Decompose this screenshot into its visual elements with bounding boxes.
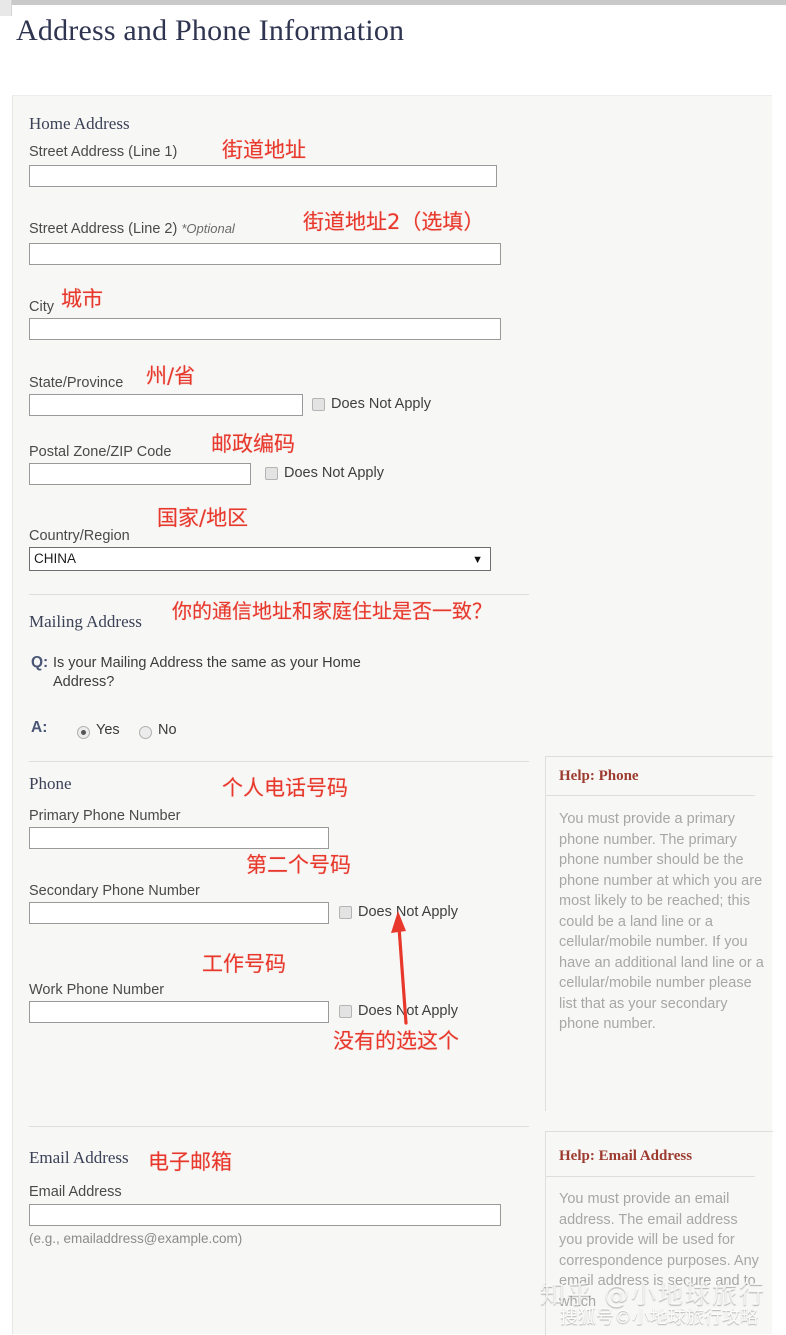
label-street-address-2-text: Street Address (Line 2) xyxy=(29,221,178,237)
mailing-same-yes-label[interactable]: Yes xyxy=(96,722,120,738)
annotation-city: 城市 xyxy=(61,287,103,311)
email-address-input[interactable] xyxy=(29,1204,501,1226)
section-heading-email-address: Email Address xyxy=(29,1148,129,1167)
postal-does-not-apply-checkbox[interactable] xyxy=(265,467,278,480)
annotation-street-address-2: 街道地址2（选填） xyxy=(303,210,485,234)
help-phone-title-underline xyxy=(545,795,755,796)
postal-zip-input[interactable] xyxy=(29,463,251,485)
divider-above-phone xyxy=(29,761,529,762)
mailing-same-yes-radio[interactable] xyxy=(77,726,90,739)
city-input[interactable] xyxy=(29,318,501,340)
section-heading-mailing-address: Mailing Address xyxy=(29,612,142,631)
label-primary-phone: Primary Phone Number xyxy=(29,808,181,824)
label-street-address-2-optional: *Optional xyxy=(181,221,235,236)
annotation-street-address-1: 街道地址 xyxy=(222,138,306,162)
annotation-arrow-icon xyxy=(391,911,408,1025)
country-region-selected-value: CHINA xyxy=(34,551,77,566)
label-state-province: State/Province xyxy=(29,375,124,391)
annotation-primary-phone: 个人电话号码 xyxy=(222,776,348,800)
address-phone-form-panel: Home Address Street Address (Line 1) Str… xyxy=(12,95,773,1335)
section-heading-home-address: Home Address xyxy=(29,114,130,133)
help-phone-top-border xyxy=(545,756,773,757)
annotation-work-phone: 工作号码 xyxy=(202,952,286,976)
top-left-corner-marker xyxy=(0,0,12,16)
state-province-input[interactable] xyxy=(29,394,303,416)
annotation-email-address: 电子邮箱 xyxy=(148,1150,232,1174)
annotation-mailing-same-question: 你的通信地址和家庭住址是否一致？ xyxy=(172,599,492,623)
mailing-same-no-label[interactable]: No xyxy=(158,722,177,738)
help-phone-left-border xyxy=(545,756,546,1111)
label-city: City xyxy=(29,299,54,315)
work-phone-input[interactable] xyxy=(29,1001,329,1023)
annotation-country-region: 国家/地区 xyxy=(157,506,249,530)
help-column: Help: Phone You must provide a primary p… xyxy=(533,96,773,1335)
help-phone-body: You must provide a primary phone number.… xyxy=(559,811,764,1032)
secondary-phone-input[interactable] xyxy=(29,902,329,924)
chevron-down-icon: ▼ xyxy=(472,554,483,566)
work-phone-does-not-apply-checkbox[interactable] xyxy=(339,1005,352,1018)
help-email-left-border xyxy=(545,1131,546,1335)
label-country-region: Country/Region xyxy=(29,528,130,544)
top-edge-band xyxy=(0,0,786,5)
email-format-hint: (e.g., emailaddress@example.com) xyxy=(29,1231,243,1246)
state-does-not-apply-checkbox[interactable] xyxy=(312,398,325,411)
annotation-secondary-phone: 第二个号码 xyxy=(246,853,351,877)
section-heading-phone: Phone xyxy=(29,774,72,793)
answer-marker: A: xyxy=(31,719,48,736)
help-email-title: Help: Email Address xyxy=(559,1148,693,1164)
annotation-postal-code: 邮政编码 xyxy=(211,432,295,456)
label-postal-zip: Postal Zone/ZIP Code xyxy=(29,444,172,460)
divider-above-email xyxy=(29,1126,529,1127)
street-address-2-input[interactable] xyxy=(29,243,501,265)
question-marker: Q: xyxy=(31,654,49,671)
page-title: Address and Phone Information xyxy=(16,14,405,47)
help-email-title-underline xyxy=(545,1176,755,1177)
help-phone-title: Help: Phone xyxy=(559,768,639,784)
secondary-phone-does-not-apply-checkbox[interactable] xyxy=(339,906,352,919)
annotation-pick-does-not-apply: 没有的选这个 xyxy=(333,1029,459,1053)
mailing-same-no-radio[interactable] xyxy=(139,726,152,739)
label-work-phone: Work Phone Number xyxy=(29,982,165,998)
annotation-state-province: 州/省 xyxy=(146,364,196,388)
primary-phone-input[interactable] xyxy=(29,827,329,849)
help-email-top-border xyxy=(545,1131,773,1132)
street-address-1-input[interactable] xyxy=(29,165,497,187)
help-email-body: You must provide an email address. The e… xyxy=(559,1191,759,1310)
country-region-select[interactable]: CHINA ▼ xyxy=(29,547,491,571)
state-does-not-apply-label[interactable]: Does Not Apply xyxy=(331,396,431,412)
postal-does-not-apply-label[interactable]: Does Not Apply xyxy=(284,465,384,481)
label-secondary-phone: Secondary Phone Number xyxy=(29,883,200,899)
mailing-same-as-home-question: Is your Mailing Address the same as your… xyxy=(53,655,361,690)
label-street-address-1: Street Address (Line 1) xyxy=(29,144,178,160)
form-left-column: Home Address Street Address (Line 1) Str… xyxy=(13,96,533,1334)
label-street-address-2: Street Address (Line 2) *Optional xyxy=(29,221,235,237)
label-email-address: Email Address xyxy=(29,1184,122,1200)
